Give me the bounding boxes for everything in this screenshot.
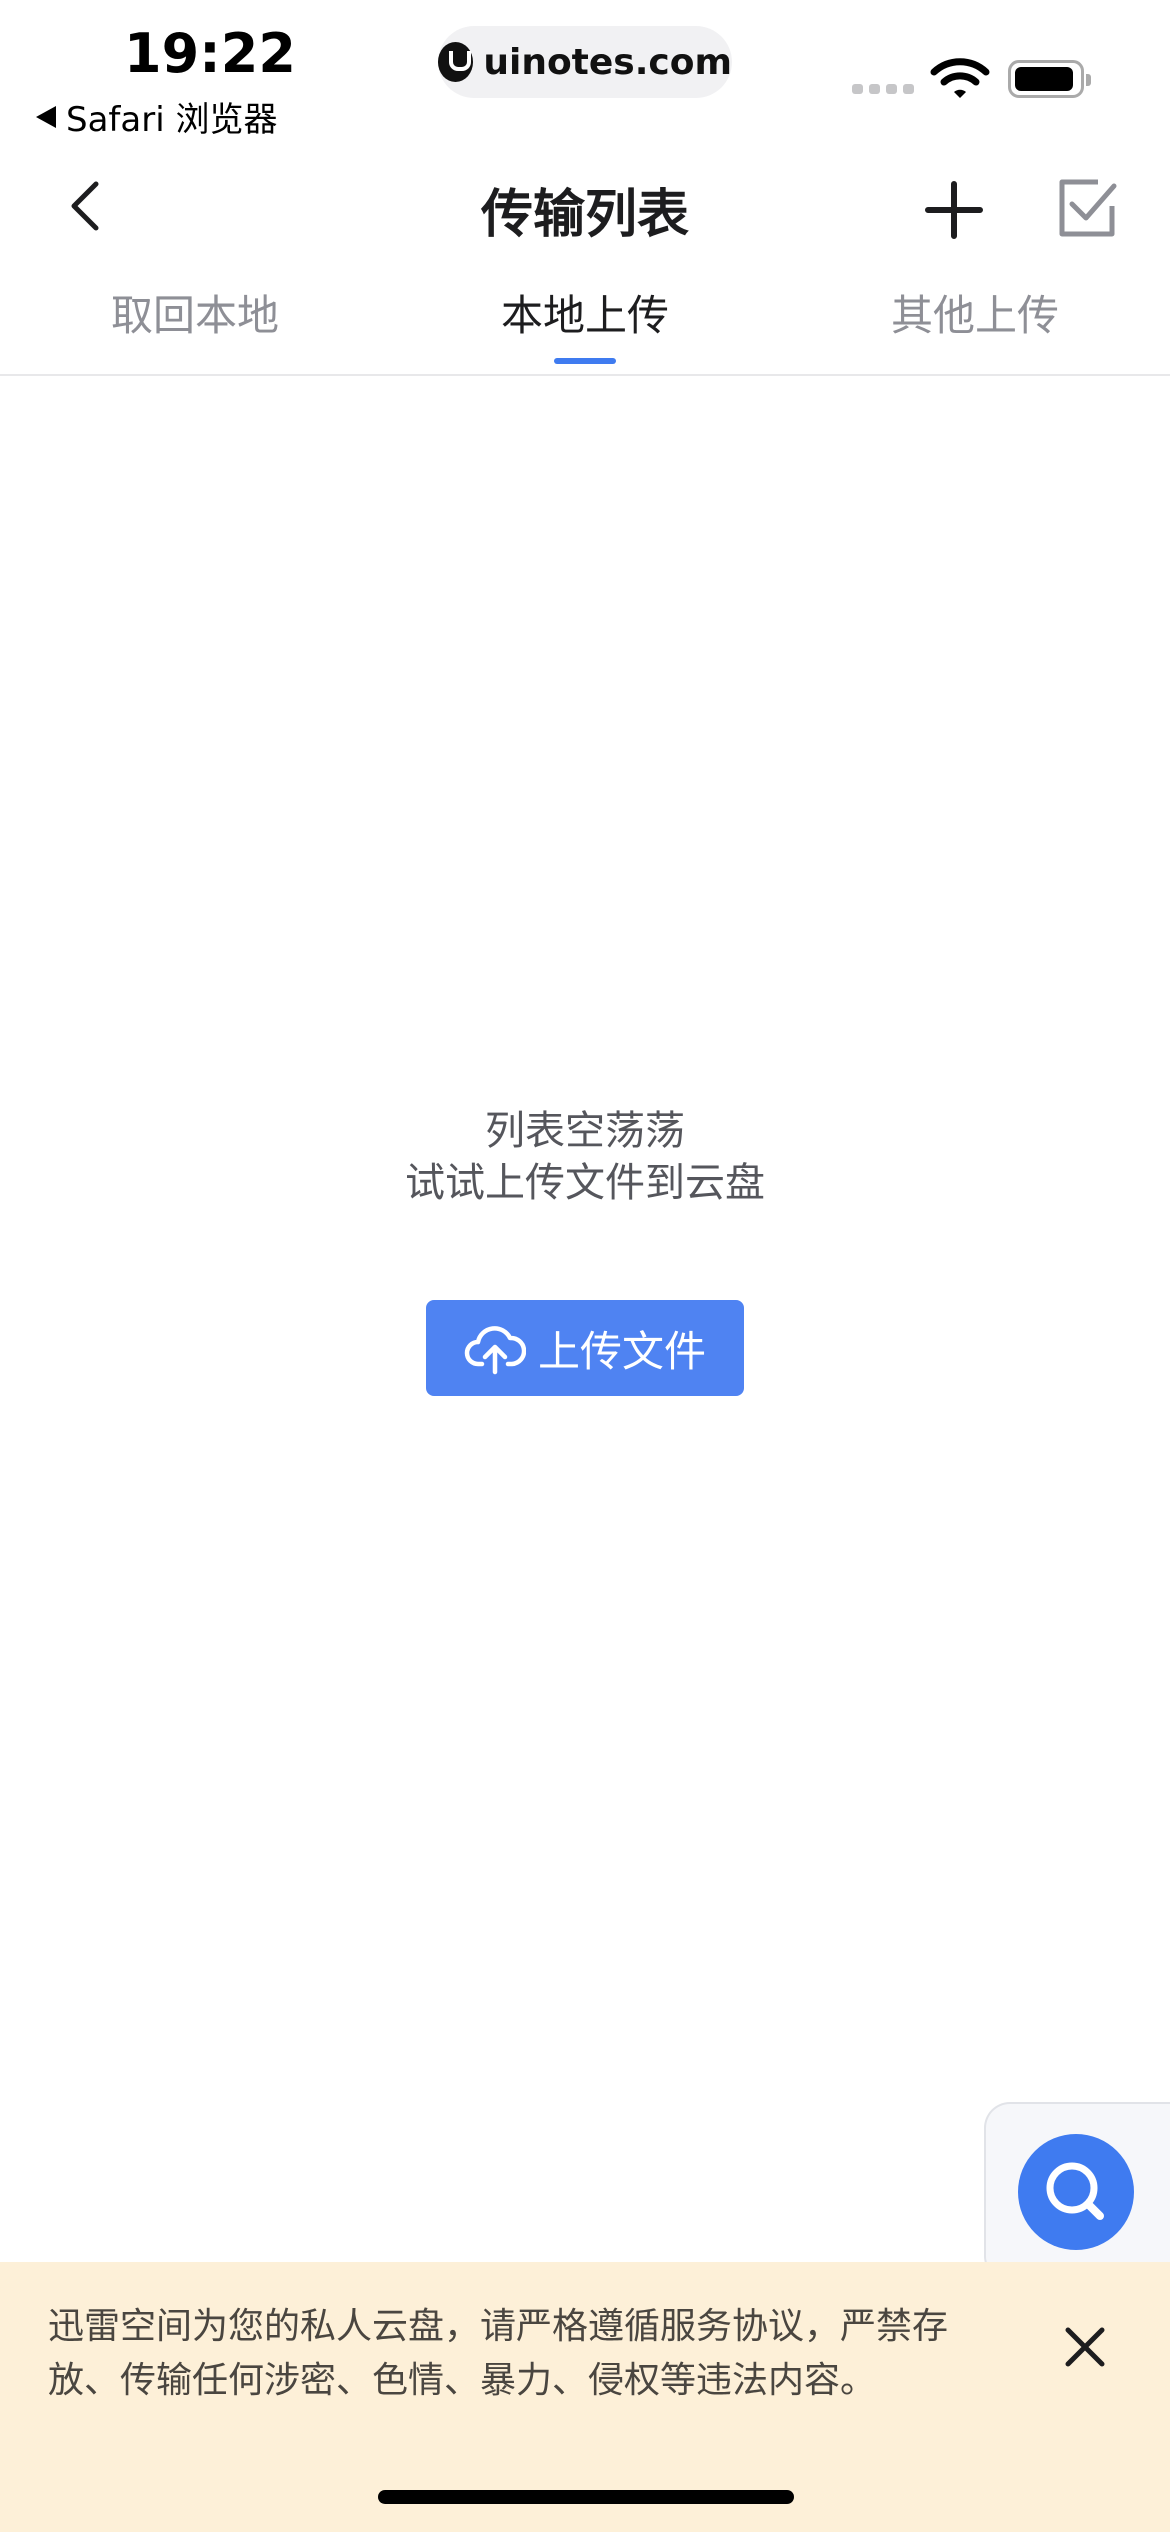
status-time: 19:22 bbox=[124, 22, 296, 85]
tab-local-upload[interactable]: 本地上传 bbox=[460, 282, 710, 362]
page-title: 传输列表 bbox=[480, 185, 689, 245]
tab-retrieve-local[interactable]: 取回本地 bbox=[70, 282, 320, 362]
empty-title: 列表空荡荡 bbox=[485, 1108, 685, 1154]
active-tab-indicator bbox=[554, 358, 616, 364]
battery-icon bbox=[1008, 60, 1091, 98]
back-to-safari-label: Safari 浏览器 bbox=[66, 100, 278, 140]
back-triangle-icon bbox=[36, 105, 56, 128]
tab-bar: 取回本地 本地上传 其他上传 bbox=[0, 270, 1170, 376]
notice-text: 迅雷空间为您的私人云盘，请严格遵循服务协议，严禁存放、传输任何涉密、色情、暴力、… bbox=[48, 2306, 949, 2401]
floating-search-button[interactable] bbox=[1018, 2134, 1134, 2250]
url-text: uinotes.com bbox=[483, 41, 732, 83]
back-to-safari-link[interactable]: Safari 浏览器 bbox=[36, 92, 277, 141]
checkbox-checked-icon[interactable] bbox=[1054, 176, 1118, 240]
close-icon[interactable] bbox=[1060, 2322, 1110, 2372]
tab-other-upload[interactable]: 其他上传 bbox=[850, 282, 1100, 362]
wifi-icon bbox=[930, 58, 990, 98]
cloud-upload-icon bbox=[464, 1326, 526, 1375]
app-screen: 19:22 Safari 浏览器 uinotes.com 传输列表 取回本地 本… bbox=[0, 0, 1170, 2532]
upload-file-label: 上传文件 bbox=[537, 1326, 706, 1376]
home-indicator bbox=[378, 2490, 794, 2504]
cellular-signal-icon bbox=[852, 84, 914, 94]
url-pill[interactable]: uinotes.com bbox=[438, 26, 732, 98]
upload-file-button[interactable]: 上传文件 bbox=[426, 1300, 744, 1396]
plus-icon[interactable] bbox=[920, 176, 988, 244]
empty-subtitle: 试试上传文件到云盘 bbox=[405, 1160, 765, 1206]
site-logo-icon bbox=[438, 42, 474, 82]
search-icon bbox=[1046, 2162, 1104, 2220]
